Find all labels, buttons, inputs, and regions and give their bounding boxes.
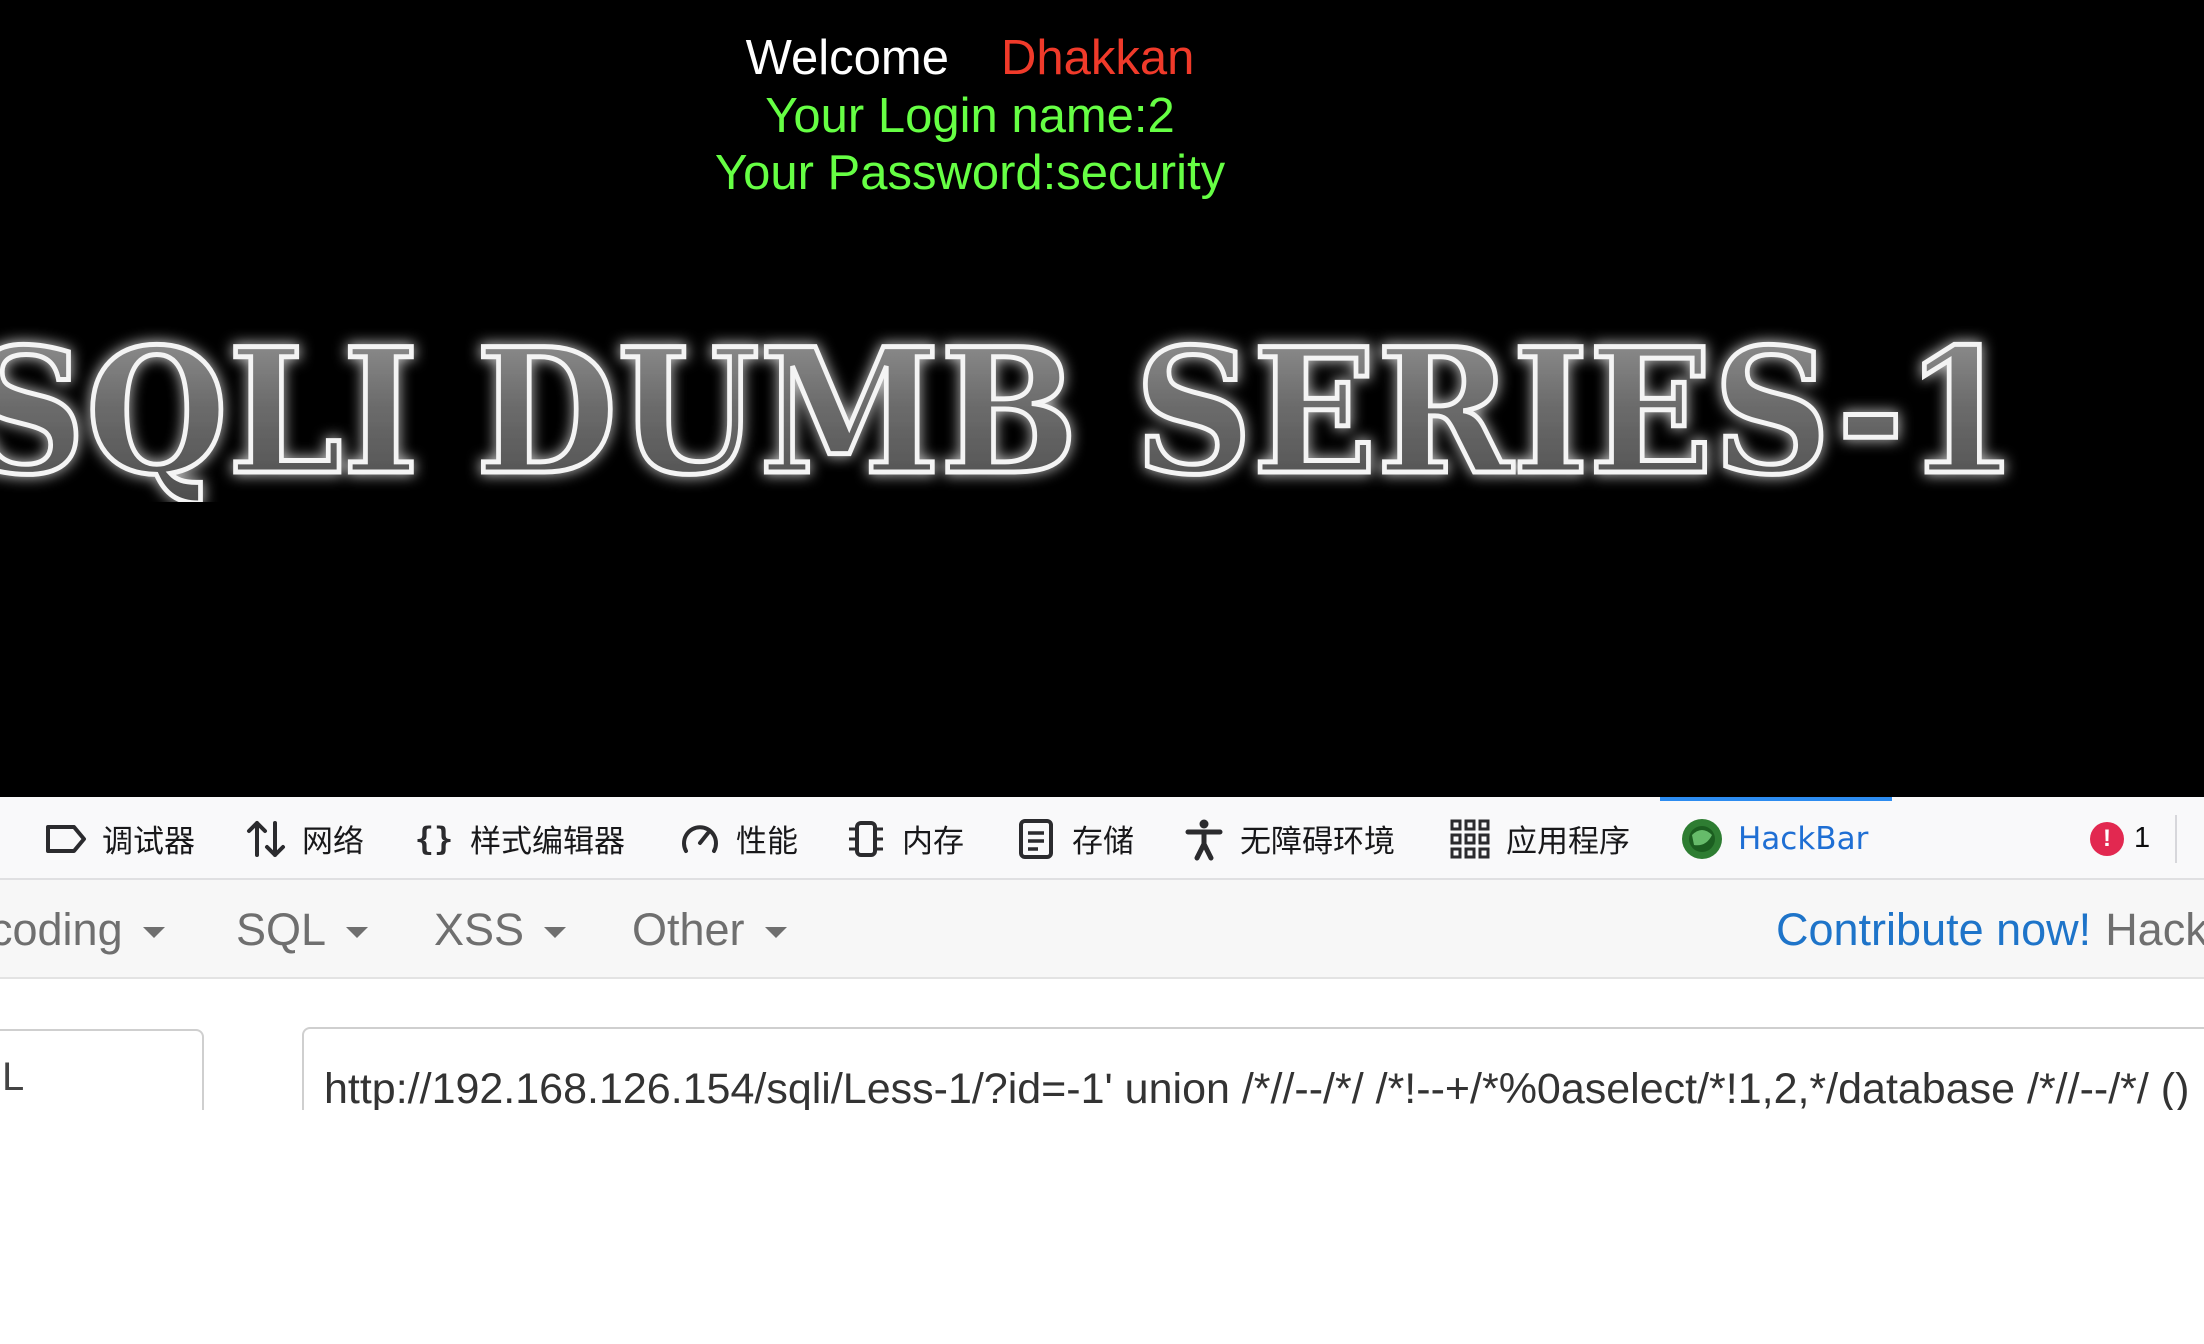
tab-label: 样式编辑器 <box>470 824 625 860</box>
tab-label: 网络 <box>302 824 364 860</box>
tab-label: 性能 <box>736 824 798 860</box>
menu-label: XSS <box>434 903 525 955</box>
menu-encoding[interactable]: coding <box>0 880 165 979</box>
tab-hackbar[interactable]: HackBar <box>1680 797 1868 880</box>
welcome-text: Welcome <box>745 31 949 85</box>
svg-text:{}: {} <box>415 820 454 858</box>
network-icon <box>247 820 285 857</box>
menu-label: Other <box>632 903 745 955</box>
memory-icon <box>849 820 883 857</box>
caret-down-icon <box>142 927 165 938</box>
welcome-line: Welcome Dhakkan <box>0 28 1940 88</box>
error-count-badge[interactable]: ! 1 <box>2090 797 2150 880</box>
welcome-username: Dhakkan <box>1000 31 1195 85</box>
storage-icon <box>1019 818 1053 859</box>
devtools-tabbar: 调试器 网络 {} 样式编辑器 性能 内存 存储 无障碍环境 应用程序 Hack… <box>0 797 2204 880</box>
tab-label: 存储 <box>1072 824 1134 860</box>
login-name-line: Your Login name:2 <box>765 89 1175 143</box>
tab-accessibility[interactable]: 无障碍环境 <box>1182 797 1395 880</box>
sqli-banner-image: SQLI DUMB SERIES-1 <box>0 312 2060 502</box>
page-viewport: Welcome Dhakkan Your Login name:2 Your Pa… <box>0 0 2204 797</box>
caret-down-icon <box>544 927 567 938</box>
application-icon <box>1450 819 1490 858</box>
hackbar-body: L S http://192.168.126.154/sqli/Less-1/?… <box>0 979 2204 1110</box>
button-label: L <box>2 1054 25 1099</box>
menu-sql[interactable]: SQL <box>236 880 369 979</box>
error-count: 1 <box>2134 822 2151 854</box>
password-line: Your Password:security <box>714 146 1226 200</box>
tab-application[interactable]: 应用程序 <box>1448 797 1630 880</box>
tab-style-editor[interactable]: {} 样式编辑器 <box>412 797 625 880</box>
contribute-area: Contribute now! Hack <box>1776 880 2204 979</box>
accessibility-icon <box>1185 819 1223 860</box>
hackbar-icon <box>1682 818 1722 859</box>
caret-down-icon <box>346 927 369 938</box>
performance-icon <box>682 824 718 853</box>
tab-label: 应用程序 <box>1506 824 1630 860</box>
hackbar-menu-bar: coding SQL XSS Other Contribute now! Hac… <box>0 880 2204 979</box>
hackbar-brand-text: Hack <box>2105 903 2204 955</box>
load-url-button[interactable]: L <box>0 1029 204 1110</box>
tab-label: 内存 <box>902 824 964 860</box>
menu-xss[interactable]: XSS <box>434 880 567 979</box>
tab-label: 调试器 <box>102 824 195 860</box>
menu-other[interactable]: Other <box>632 880 787 979</box>
url-textarea[interactable]: http://192.168.126.154/sqli/Less-1/?id=-… <box>302 1027 2204 1110</box>
tab-label: 无障碍环境 <box>1240 824 1395 860</box>
tab-debugger[interactable]: 调试器 <box>44 797 195 880</box>
tabbar-divider <box>2175 815 2177 863</box>
menu-label: SQL <box>236 903 327 955</box>
tab-memory[interactable]: 内存 <box>844 797 964 880</box>
style-editor-icon: {} <box>415 820 454 858</box>
caret-down-icon <box>764 927 787 938</box>
contribute-link[interactable]: Contribute now! <box>1776 904 2091 956</box>
banner-text: SQLI DUMB SERIES-1 <box>0 312 2018 502</box>
devtools-panel: 调试器 网络 {} 样式编辑器 性能 内存 存储 无障碍环境 应用程序 Hack… <box>0 797 2204 1344</box>
tab-storage[interactable]: 存储 <box>1014 797 1134 880</box>
tab-network[interactable]: 网络 <box>244 797 364 880</box>
menu-label: coding <box>0 903 123 955</box>
tab-label: HackBar <box>1738 820 1869 857</box>
error-icon: ! <box>2090 821 2124 856</box>
debugger-icon <box>46 824 86 853</box>
tab-performance[interactable]: 性能 <box>678 797 798 880</box>
